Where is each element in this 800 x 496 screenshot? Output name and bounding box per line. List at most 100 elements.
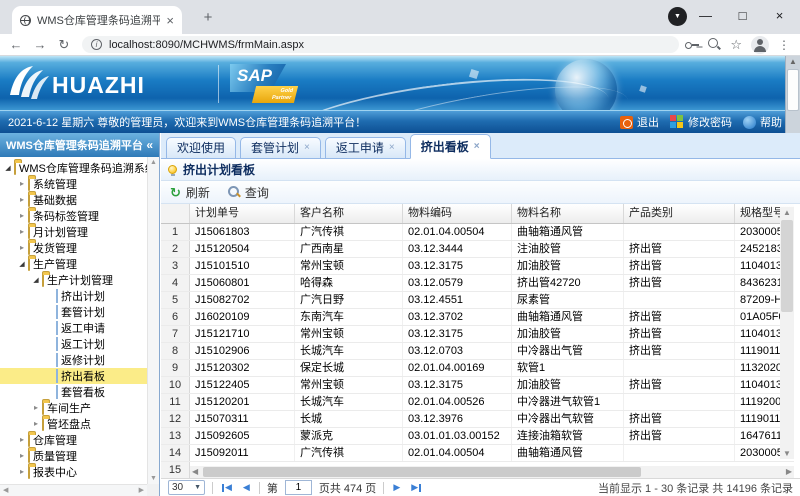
browser-tab[interactable]: WMS仓库管理条码追溯平台 × — [12, 6, 182, 34]
window-maximize-button[interactable]: □ — [724, 8, 761, 23]
pager-first-button[interactable]: ◀ — [220, 483, 234, 492]
table-row[interactable]: 1J15061803广汽传祺02.01.04.00504曲轴箱通风管203000… — [161, 224, 794, 241]
tree-item-7[interactable]: ◢生产计划管理 — [0, 272, 147, 288]
scroll-up-icon[interactable]: ▲ — [780, 208, 794, 217]
tree-item-3[interactable]: ▸条码标签管理 — [0, 208, 147, 224]
table-row[interactable]: 8J15102906长城汽车03.12.0703中冷器出气管挤出管1119011… — [161, 343, 794, 360]
tree-expanded-icon[interactable]: ◢ — [31, 277, 41, 284]
tree-item-0[interactable]: ◢WMS仓库管理条码追溯系统 — [0, 160, 147, 176]
scroll-right-icon[interactable]: ▶ — [139, 486, 144, 494]
header-cell-plan_no[interactable]: 计划单号 — [190, 204, 295, 223]
scroll-up-icon[interactable]: ▲ — [786, 57, 800, 66]
table-row[interactable]: 14J15092011广汽传祺02.01.04.00504曲轴箱通风管20300… — [161, 445, 794, 462]
tree-item-19[interactable]: ▸报表中心 — [0, 464, 147, 480]
tree-collapsed-icon[interactable]: ▸ — [17, 244, 27, 252]
tab-close-icon[interactable]: × — [389, 143, 395, 153]
page-info-icon[interactable]: i — [91, 39, 102, 50]
tree-collapsed-icon[interactable]: ▸ — [17, 468, 27, 476]
window-minimize-button[interactable]: — — [687, 8, 724, 23]
tree-expanded-icon[interactable]: ◢ — [3, 165, 13, 172]
header-cell-material_code[interactable]: 物料编码 — [403, 204, 512, 223]
action-button-1[interactable]: 修改密码 — [670, 114, 732, 130]
tree-item-5[interactable]: ▸发货管理 — [0, 240, 147, 256]
tree-collapsed-icon[interactable]: ▸ — [31, 404, 41, 412]
tree-item-11[interactable]: 返工计划 — [0, 336, 147, 352]
action-button-0[interactable]: 退出 — [620, 114, 659, 130]
new-tab-button[interactable]: + — [198, 8, 218, 28]
tree-item-10[interactable]: 返工申请 — [0, 320, 147, 336]
page-number-input[interactable] — [285, 480, 312, 495]
table-row[interactable]: 4J15060801哈得森03.12.0579挤出管42720挤出管843623… — [161, 275, 794, 292]
header-cell-customer[interactable]: 客户名称 — [295, 204, 403, 223]
tree-collapsed-icon[interactable]: ▸ — [17, 436, 27, 444]
tree-item-8[interactable]: 挤出计划 — [0, 288, 147, 304]
tree-collapsed-icon[interactable]: ▸ — [17, 212, 27, 220]
grid-horizontal-scrollbar[interactable]: ◀ ▶ — [190, 466, 794, 478]
pager-next-button[interactable]: ▶ — [391, 483, 402, 492]
grid-vertical-scrollbar[interactable]: ▲ ▼ — [780, 207, 794, 459]
action-button-2[interactable]: 帮助 — [743, 114, 782, 130]
tree-item-15[interactable]: ▸车间生产 — [0, 400, 147, 416]
window-close-button[interactable]: × — [761, 8, 798, 23]
scroll-thumb[interactable] — [203, 467, 641, 477]
tree-item-12[interactable]: 返修计划 — [0, 352, 147, 368]
browser-profile-badge[interactable]: ▼ — [668, 7, 687, 26]
scroll-up-icon[interactable]: ▲ — [148, 159, 159, 166]
tree-item-4[interactable]: ▸月计划管理 — [0, 224, 147, 240]
content-tab-2[interactable]: 返工申请× — [325, 137, 406, 158]
tab-close-icon[interactable]: × — [474, 142, 480, 152]
scroll-thumb[interactable] — [781, 220, 793, 312]
tab-close-icon[interactable]: × — [166, 14, 174, 27]
tree-expanded-icon[interactable]: ◢ — [17, 261, 27, 268]
table-row[interactable]: 2J15120504广西南星03.12.3444注油胶管挤出管24521832 — [161, 241, 794, 258]
sidebar-collapse-icon[interactable]: « — [146, 138, 153, 152]
search-button[interactable]: 查询 — [228, 184, 269, 201]
tree-item-2[interactable]: ▸基础数据 — [0, 192, 147, 208]
tree-item-16[interactable]: ▸管坯盘点 — [0, 416, 147, 432]
zoom-icon[interactable] — [708, 38, 721, 51]
profile-avatar[interactable] — [751, 36, 769, 54]
scroll-down-icon[interactable]: ▼ — [148, 475, 159, 482]
forward-icon[interactable]: → — [28, 37, 52, 52]
header-cell-product_category[interactable]: 产品类别 — [624, 204, 735, 223]
password-key-icon[interactable] — [685, 39, 699, 51]
sidebar-horizontal-scrollbar[interactable]: ◀ ▶ — [0, 484, 147, 496]
scroll-thumb[interactable] — [787, 69, 799, 111]
scroll-down-icon[interactable]: ▼ — [780, 449, 794, 458]
tree-item-14[interactable]: 套管看板 — [0, 384, 147, 400]
scroll-right-icon[interactable]: ▶ — [786, 467, 792, 476]
scroll-left-icon[interactable]: ◀ — [3, 486, 8, 494]
tree-collapsed-icon[interactable]: ▸ — [17, 180, 27, 188]
header-cell-material_name[interactable]: 物料名称 — [512, 204, 624, 223]
table-row[interactable]: 9J15120302保定长城02.01.04.00169软管11132020XK… — [161, 360, 794, 377]
page-size-select[interactable]: 30 ▼ — [168, 480, 205, 495]
table-row[interactable]: 6J16020109东南汽车03.12.3702曲轴箱通风管挤出管01A05F0… — [161, 309, 794, 326]
table-row[interactable]: 12J15070311长城03.12.3976中冷器出气软管挤出管1119011… — [161, 411, 794, 428]
table-row[interactable]: 3J15101510常州宝顿03.12.3175加油胶管挤出管1104013XS… — [161, 258, 794, 275]
reload-icon[interactable]: ↻ — [52, 37, 76, 53]
tree-collapsed-icon[interactable]: ▸ — [17, 452, 27, 460]
tree-collapsed-icon[interactable]: ▸ — [31, 420, 41, 428]
scroll-left-icon[interactable]: ◀ — [192, 467, 198, 476]
tree-item-18[interactable]: ▸质量管理 — [0, 448, 147, 464]
tree-collapsed-icon[interactable]: ▸ — [17, 196, 27, 204]
pager-prev-button[interactable]: ◀ — [241, 483, 252, 492]
table-row[interactable]: 5J15082702广汽日野03.12.4551尿素管87209-H56A — [161, 292, 794, 309]
refresh-button[interactable]: ↻ 刷新 — [170, 184, 210, 201]
sidebar-vertical-scrollbar[interactable]: ▲ ▼ — [147, 157, 159, 484]
table-row[interactable]: 10J15122405常州宝顿03.12.3175加油胶管挤出管1104013X… — [161, 377, 794, 394]
table-row[interactable]: 7J15121710常州宝顿03.12.3175加油胶管挤出管1104013XS… — [161, 326, 794, 343]
tree-item-6[interactable]: ◢生产管理 — [0, 256, 147, 272]
tree-item-17[interactable]: ▸仓库管理 — [0, 432, 147, 448]
tab-close-icon[interactable]: × — [304, 143, 310, 153]
tree-item-9[interactable]: 套管计划 — [0, 304, 147, 320]
back-icon[interactable]: ← — [4, 37, 28, 52]
address-bar[interactable]: i localhost:8090/MCHWMS/frmMain.aspx — [82, 36, 679, 53]
tree-collapsed-icon[interactable]: ▸ — [17, 228, 27, 236]
bookmark-star-icon[interactable]: ☆ — [730, 38, 742, 51]
table-row[interactable]: 11J15120201长城汽车02.01.04.00526中冷器进气软管1111… — [161, 394, 794, 411]
tree-item-13[interactable]: 挤出看板 — [0, 368, 147, 384]
content-tab-1[interactable]: 套管计划× — [240, 137, 321, 158]
content-tab-3[interactable]: 挤出看板× — [410, 134, 491, 159]
pager-last-button[interactable]: ▶ — [409, 483, 423, 492]
